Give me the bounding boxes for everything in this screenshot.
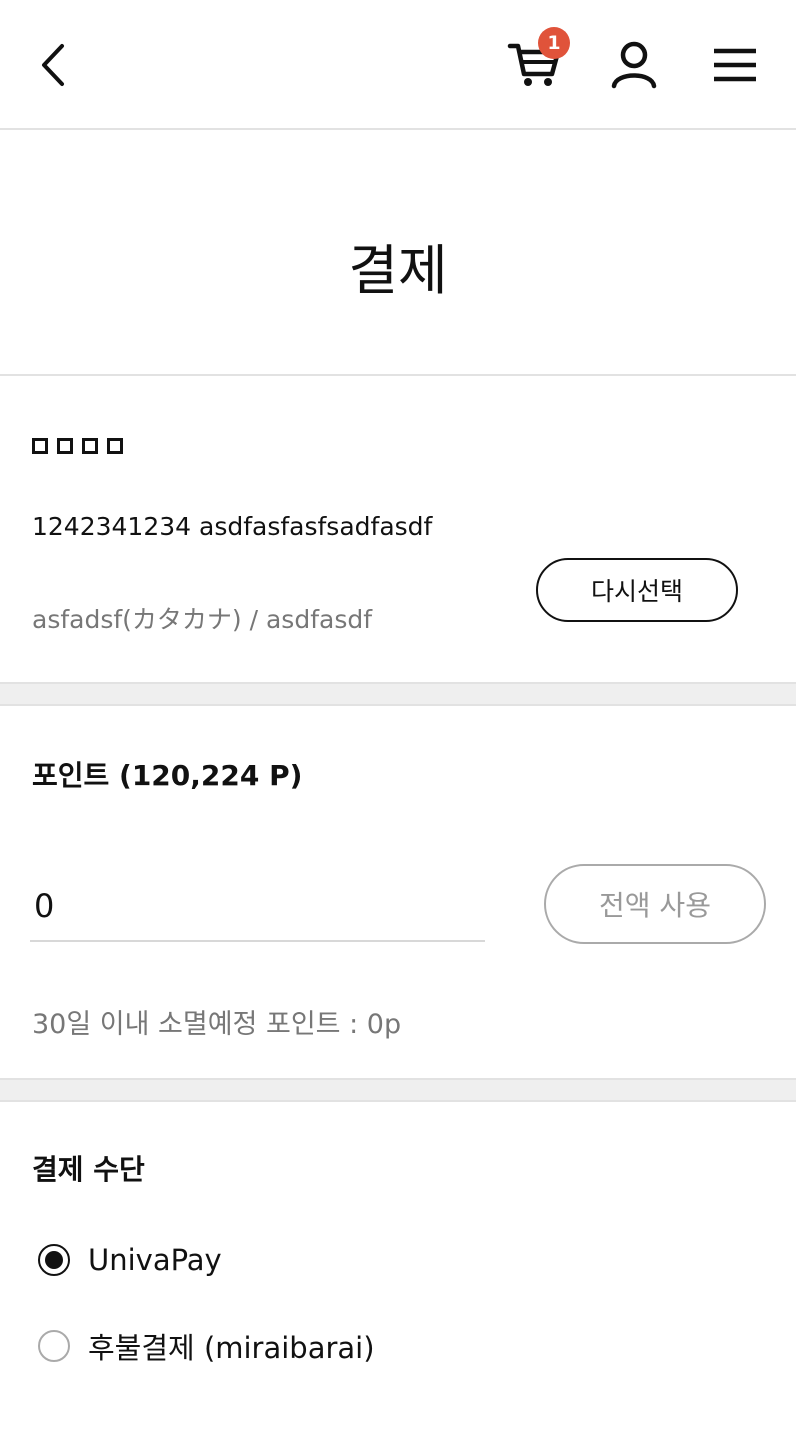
chevron-left-icon <box>42 44 64 86</box>
shipping-address-section: 1242341234 asdfasfasfsadfasdf asfadsf(カタ… <box>0 376 796 684</box>
menu-button[interactable] <box>710 42 760 88</box>
points-section: 포인트 (120,224 P) 전액 사용 30일 이내 소멸예정 포인트 : … <box>0 706 796 1080</box>
payment-option-univapay[interactable]: UnivaPay <box>38 1240 222 1280</box>
payment-option-miraibarai[interactable]: 후불결제 (miraibarai) <box>38 1326 375 1366</box>
user-icon <box>611 41 657 89</box>
payment-method-heading: 결제 수단 <box>32 1153 145 1186</box>
reselect-address-button[interactable]: 다시선택 <box>536 558 738 622</box>
points-input[interactable] <box>30 872 485 942</box>
payment-method-section: 결제 수단 UnivaPay 후불결제 (miraibarai) <box>0 1102 796 1440</box>
section-divider <box>0 682 796 706</box>
expiring-points-text: 30일 이내 소멸예정 포인트 : 0p <box>32 1009 402 1040</box>
recipient-name: asfadsf(カタカナ) / asdfasdf <box>32 605 373 634</box>
account-button[interactable] <box>608 38 660 92</box>
payment-option-label: 후불결제 (miraibarai) <box>88 1331 375 1365</box>
address-heading-missing-glyphs <box>32 428 132 461</box>
section-divider <box>0 1078 796 1102</box>
radio-checked-icon[interactable] <box>38 1244 70 1276</box>
radio-unchecked-icon[interactable] <box>38 1330 70 1362</box>
top-bar: 1 <box>0 0 796 130</box>
points-heading: 포인트 (120,224 P) <box>32 759 303 792</box>
hamburger-menu-icon <box>714 48 756 82</box>
title-area: 결제 <box>0 130 796 376</box>
address-line: 1242341234 asdfasfasfsadfasdf <box>32 512 433 541</box>
page-title: 결제 <box>348 239 448 302</box>
cart-count-badge: 1 <box>538 27 570 59</box>
back-button[interactable] <box>30 38 80 92</box>
use-all-points-button[interactable]: 전액 사용 <box>544 864 766 944</box>
payment-option-label: UnivaPay <box>88 1243 222 1277</box>
